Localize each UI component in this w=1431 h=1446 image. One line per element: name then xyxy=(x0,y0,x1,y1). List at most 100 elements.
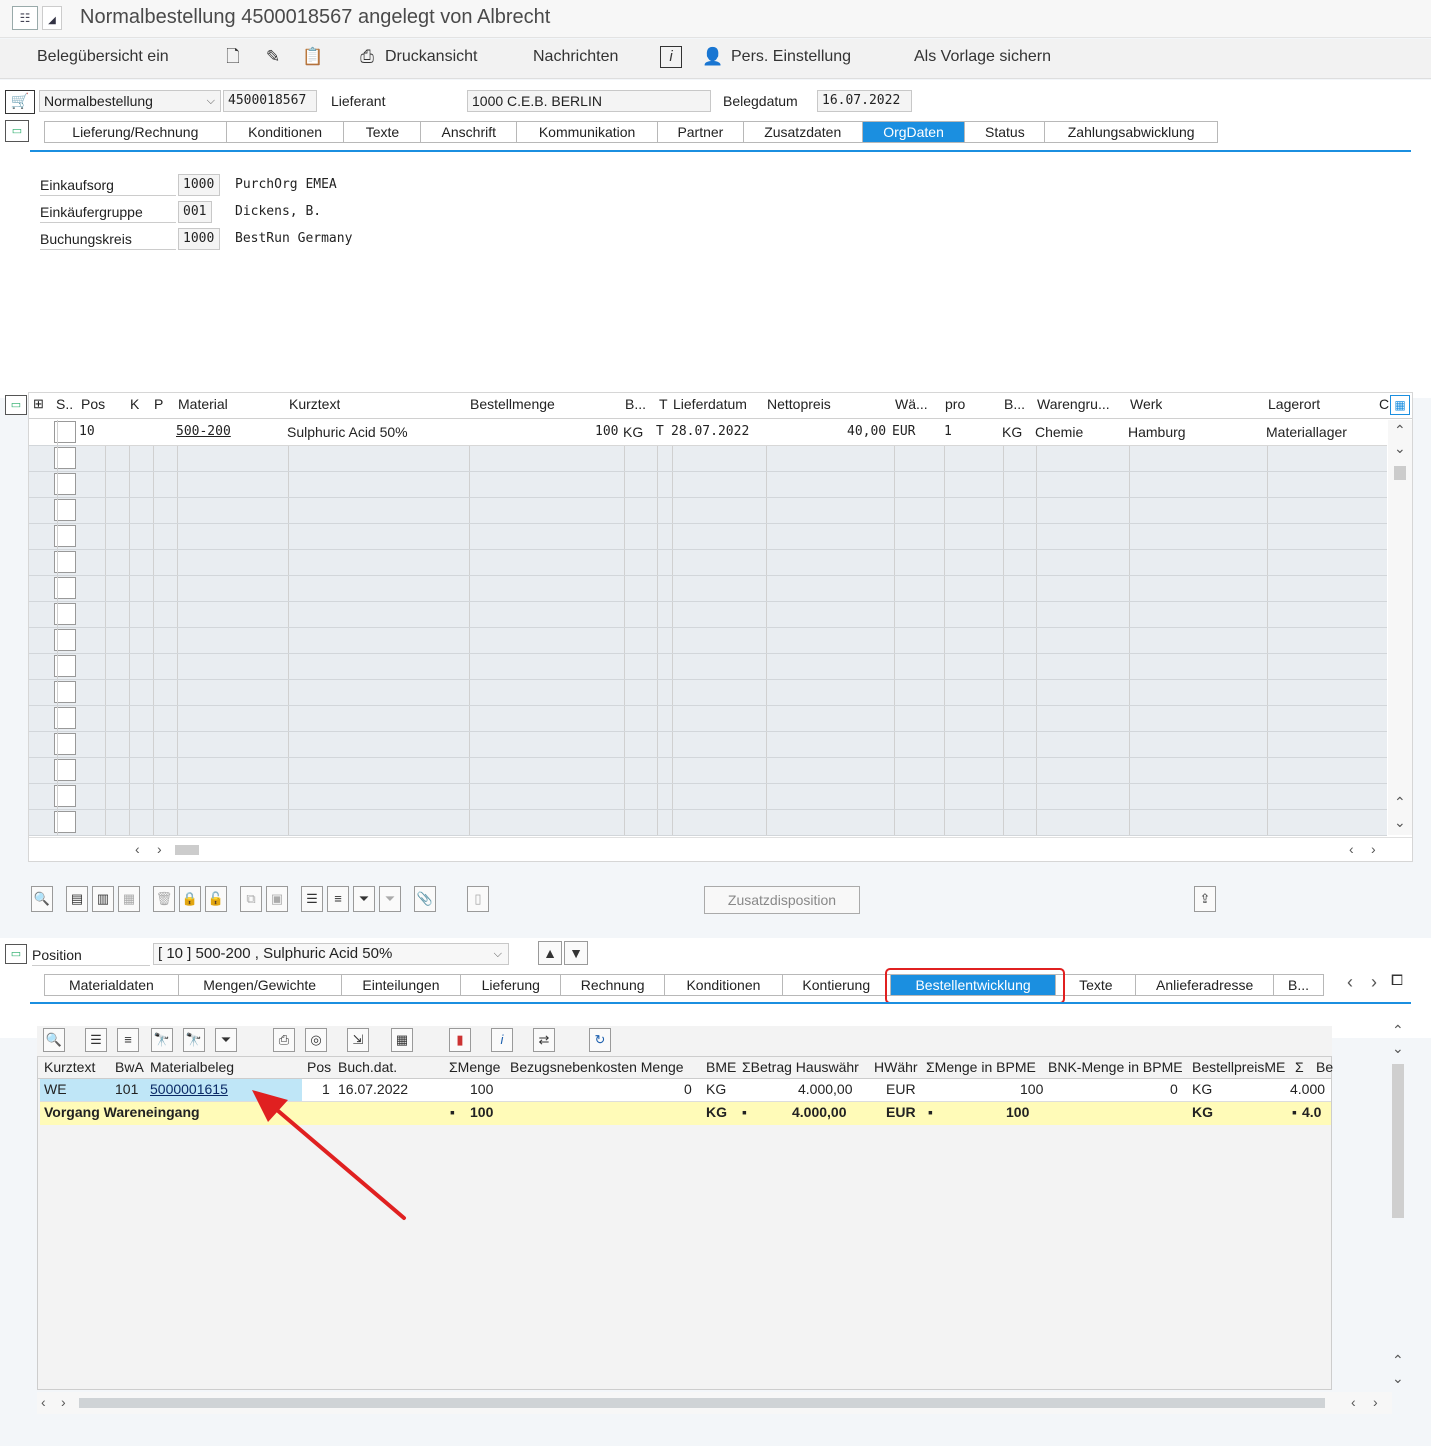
col-materialbeleg[interactable]: Materialbeleg xyxy=(150,1059,234,1075)
other-document-icon[interactable]: 📋 xyxy=(302,46,324,68)
select-all-icon[interactable]: ▤ xyxy=(66,886,88,912)
col-t[interactable]: T xyxy=(659,396,668,412)
paste-icon[interactable]: ▣ xyxy=(266,886,288,912)
layout-icon[interactable]: ▦ xyxy=(391,1028,413,1052)
find-next-icon[interactable]: 🔭 xyxy=(183,1028,205,1052)
tab-texte[interactable]: Texte xyxy=(344,122,422,142)
table-row[interactable] xyxy=(29,654,1387,680)
tab-texte[interactable]: Texte xyxy=(1056,975,1137,995)
nachrichten-button[interactable]: Nachrichten xyxy=(533,48,618,66)
tab-lieferung[interactable]: Lieferung xyxy=(461,975,562,995)
next-item-icon[interactable]: ▼ xyxy=(564,941,588,965)
table-row[interactable] xyxy=(29,446,1387,472)
print-preview-icon[interactable]: ⎙ xyxy=(356,46,378,68)
zusatzdisposition-button[interactable]: Zusatzdisposition xyxy=(704,886,860,914)
cell-material[interactable]: 500-200 xyxy=(176,424,231,439)
col-pos[interactable]: Pos xyxy=(307,1059,331,1075)
scroll-right-icon[interactable]: › xyxy=(1373,1394,1378,1410)
col-be[interactable]: Be xyxy=(1316,1059,1333,1075)
sort-ascending-icon[interactable]: ☰ xyxy=(301,886,323,912)
einkaufsorg-field[interactable]: 1000 xyxy=(178,174,220,196)
export-icon[interactable]: ⇲ xyxy=(347,1028,369,1052)
scroll-right-icon[interactable]: › xyxy=(157,841,162,857)
tab-lieferung-rechnung[interactable]: Lieferung/Rechnung xyxy=(45,122,227,142)
scroll-down-icon[interactable]: ⌄ xyxy=(1392,1040,1404,1057)
table-row[interactable] xyxy=(29,706,1387,732)
sort-ascending-icon[interactable]: ☰ xyxy=(85,1028,107,1052)
print-icon[interactable]: ⎙ xyxy=(273,1028,295,1052)
tab-orgdaten[interactable]: OrgDaten xyxy=(862,122,966,142)
col-werk[interactable]: Werk xyxy=(1130,396,1162,412)
select-all-icon[interactable]: ⊞ xyxy=(33,396,44,412)
cell-werk[interactable]: Hamburg xyxy=(1128,424,1186,440)
scroll-thumb[interactable] xyxy=(1394,466,1406,480)
cell-nettopreis[interactable]: 40,00 xyxy=(847,424,886,439)
scroll-page-up-icon[interactable]: ⌃ xyxy=(1394,794,1406,811)
table-row[interactable] xyxy=(29,758,1387,784)
table-row[interactable] xyxy=(29,602,1387,628)
scroll-right-icon[interactable]: › xyxy=(1371,841,1376,857)
col-status[interactable]: S.. xyxy=(56,396,73,412)
tab-kontierung[interactable]: Kontierung xyxy=(783,975,891,995)
sort-descending-icon[interactable]: ≡ xyxy=(327,886,349,912)
scroll-page-up-icon[interactable]: ⌃ xyxy=(1392,1352,1404,1369)
scroll-up-icon[interactable]: ⌃ xyxy=(1394,422,1406,439)
cell-warengruppe[interactable]: Chemie xyxy=(1035,424,1083,440)
druckansicht-button[interactable]: Druckansicht xyxy=(385,48,477,66)
buchungskreis-field[interactable]: 1000 xyxy=(178,228,220,250)
col-sigma[interactable]: Σ xyxy=(1295,1059,1304,1075)
cell-lieferdatum[interactable]: 28.07.2022 xyxy=(671,424,749,439)
table-row[interactable] xyxy=(29,524,1387,550)
refresh-icon[interactable]: ↻ xyxy=(589,1028,611,1052)
scroll-thumb[interactable] xyxy=(1392,1064,1404,1218)
display-change-icon[interactable]: ✎ xyxy=(262,46,284,68)
cell-waehrung[interactable]: EUR xyxy=(892,424,915,439)
scroll-right-icon[interactable]: › xyxy=(61,1394,66,1410)
materialbeleg-link[interactable]: 5000001615 xyxy=(150,1081,228,1097)
col-c[interactable]: C xyxy=(1379,396,1389,412)
export-icon[interactable]: ⇪ xyxy=(1194,886,1216,912)
total-row[interactable]: Vorgang Wareneingang ▪ 100 KG ▪ 4.000,00… xyxy=(40,1102,1331,1125)
find-icon[interactable]: 🔭 xyxy=(151,1028,173,1052)
tab-rechnung[interactable]: Rechnung xyxy=(561,975,666,995)
change-layout-icon[interactable]: ⇄ xyxy=(533,1028,555,1052)
tab-konditionen[interactable]: Konditionen xyxy=(227,122,345,142)
table-row[interactable] xyxy=(29,732,1387,758)
views-icon[interactable]: ◎ xyxy=(305,1028,327,1052)
tab-zusatzdaten[interactable]: Zusatzdaten xyxy=(744,122,863,142)
scroll-thumb[interactable] xyxy=(79,1398,1325,1408)
info-icon[interactable]: i xyxy=(491,1028,513,1052)
cell-bestellmenge[interactable]: 100 xyxy=(595,424,618,439)
position-select[interactable]: [ 10 ] 500-200 , Sulphuric Acid 50% ⌵ xyxy=(153,943,509,965)
scroll-page-down-icon[interactable]: ⌄ xyxy=(1392,1370,1404,1387)
previous-item-icon[interactable]: ▲ xyxy=(538,941,562,965)
cell-bpme[interactable]: KG xyxy=(1002,424,1022,440)
doc-type-select[interactable]: Normalbestellung ⌵ xyxy=(39,90,221,112)
new-document-icon[interactable]: 🗋 xyxy=(222,46,244,68)
table-row[interactable] xyxy=(29,550,1387,576)
tab-anschrift[interactable]: Anschrift xyxy=(421,122,518,142)
col-menge[interactable]: ΣMenge xyxy=(449,1059,500,1075)
col-nettopreis[interactable]: Nettopreis xyxy=(767,396,831,412)
col-buchdat[interactable]: Buch.dat. xyxy=(338,1059,397,1075)
tab-status[interactable]: Status xyxy=(965,122,1046,142)
tabs-scroll-left-icon[interactable]: ‹ xyxy=(1347,972,1353,993)
document-icon[interactable]: ▯ xyxy=(467,886,489,912)
table-row[interactable] xyxy=(29,680,1387,706)
scroll-page-down-icon[interactable]: ⌄ xyxy=(1394,814,1406,831)
col-menge-bpme[interactable]: ΣMenge in BPME xyxy=(926,1059,1036,1075)
col-pos[interactable]: Pos xyxy=(81,396,105,412)
col-kurztext[interactable]: Kurztext xyxy=(44,1059,95,1075)
cell-bme[interactable]: KG xyxy=(623,424,643,440)
col-kurztext[interactable]: Kurztext xyxy=(289,396,340,412)
col-bestellpreisme[interactable]: BestellpreisME xyxy=(1192,1059,1285,1075)
col-lieferdatum[interactable]: Lieferdatum xyxy=(673,396,747,412)
personal-settings-icon[interactable]: 👤 xyxy=(702,46,724,68)
als-vorlage-button[interactable]: Als Vorlage sichern xyxy=(914,48,1051,66)
cell-kurztext[interactable]: Sulphuric Acid 50% xyxy=(287,424,408,440)
col-betrag[interactable]: ΣBetrag Hauswähr xyxy=(742,1059,859,1075)
col-bestellmenge[interactable]: Bestellmenge xyxy=(470,396,555,412)
scroll-left-icon[interactable]: ‹ xyxy=(1351,1394,1356,1410)
col-warengruppe[interactable]: Warengru... xyxy=(1037,396,1110,412)
menu-dropdown-icon[interactable]: ◢ xyxy=(42,6,62,30)
